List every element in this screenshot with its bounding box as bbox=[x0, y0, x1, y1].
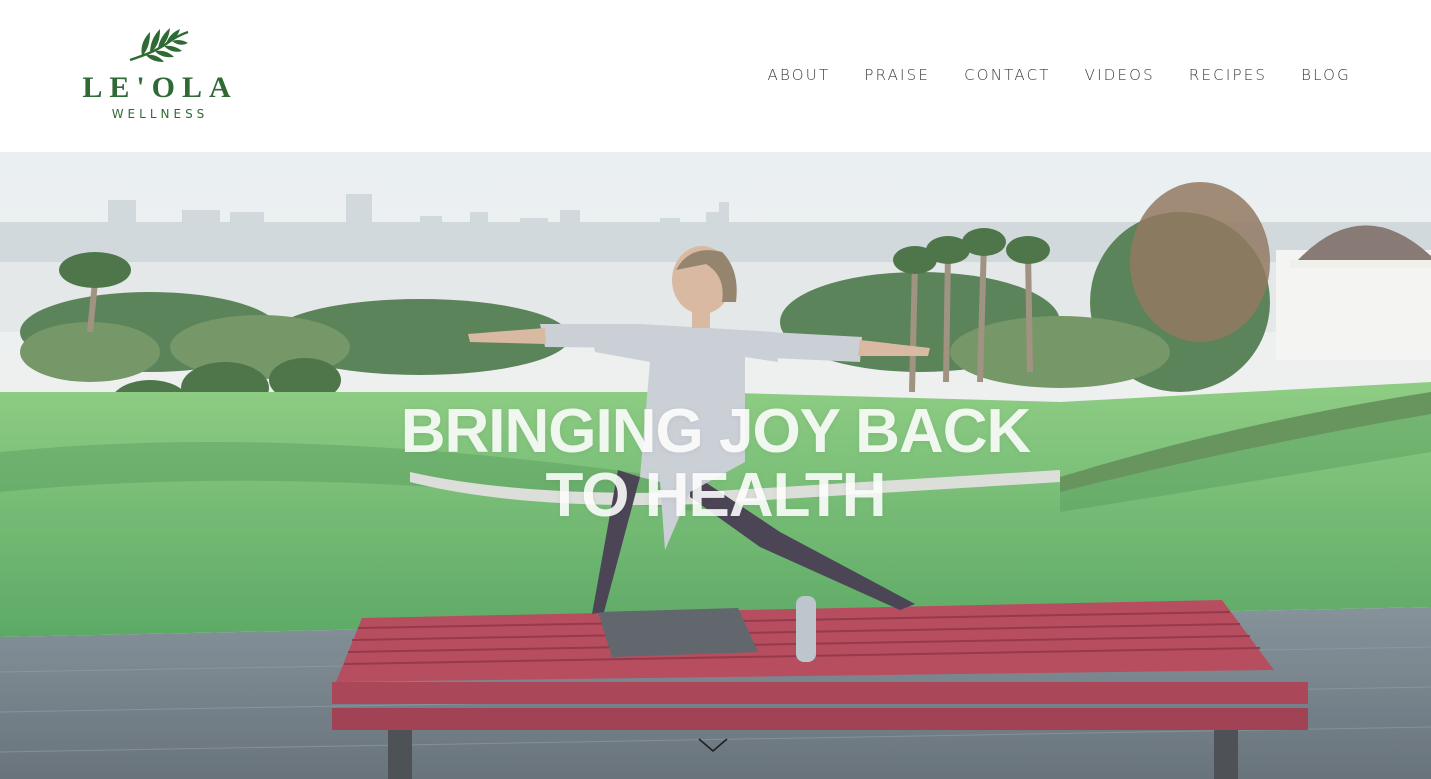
hero-banner: BRINGING JOY BACK TO HEALTH bbox=[0, 152, 1431, 779]
brand-tagline: WELLNESS bbox=[111, 107, 209, 121]
chevron-down-icon[interactable] bbox=[697, 736, 729, 754]
leaf-icon bbox=[129, 28, 189, 62]
hero-headline: BRINGING JOY BACK TO HEALTH bbox=[0, 400, 1431, 528]
hero-headline-line2: TO HEALTH bbox=[545, 461, 886, 530]
brand-name: LE'OLA bbox=[82, 71, 238, 104]
site-header: LE'OLA WELLNESS ABOUT PRAISE CONTACT VID… bbox=[0, 0, 1431, 152]
brand-logo[interactable]: LE'OLA WELLNESS bbox=[76, 26, 244, 124]
nav-item-blog[interactable]: BLOG bbox=[1301, 64, 1351, 86]
main-nav: ABOUT PRAISE CONTACT VIDEOS RECIPES BLOG bbox=[768, 64, 1351, 86]
nav-item-about[interactable]: ABOUT bbox=[768, 64, 831, 86]
hero-headline-line1: BRINGING JOY BACK bbox=[400, 397, 1032, 466]
nav-item-recipes[interactable]: RECIPES bbox=[1189, 64, 1267, 86]
nav-item-praise[interactable]: PRAISE bbox=[864, 64, 930, 86]
nav-item-videos[interactable]: VIDEOS bbox=[1085, 64, 1155, 86]
nav-item-contact[interactable]: CONTACT bbox=[964, 64, 1051, 86]
